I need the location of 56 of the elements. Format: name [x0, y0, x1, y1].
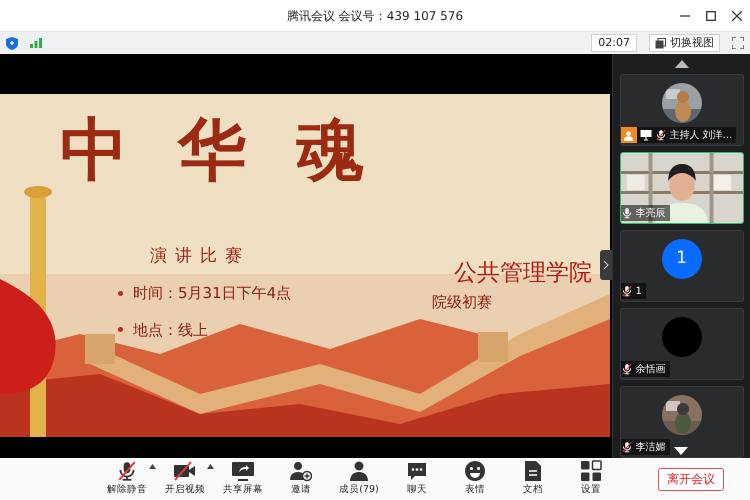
participant-tile[interactable]: 主持人 刘洋... — [620, 74, 744, 146]
caret-up-icon — [207, 464, 214, 470]
toolbar-button[interactable]: 文档 — [504, 460, 562, 498]
meeting-timer: 02:07 — [591, 34, 637, 52]
participant-tile[interactable]: 余恬画 — [620, 308, 744, 380]
leave-meeting-button[interactable]: 离开会议 — [658, 468, 724, 490]
slide-title: 中华魂 — [60, 116, 414, 184]
participant-name: 主持人 刘洋... — [670, 128, 732, 142]
participant-name: 李亮辰 — [636, 206, 666, 220]
muted-mic-icon — [620, 363, 632, 375]
toolbar-button[interactable]: 共享屏幕 — [214, 460, 272, 498]
avatar: 1 — [662, 239, 702, 279]
muted-mic-icon — [620, 285, 632, 297]
caret-up-icon — [149, 464, 156, 470]
close-icon[interactable] — [732, 10, 742, 20]
screen-share-icon — [640, 129, 652, 141]
slide-bullet: 地点：线上 — [133, 320, 208, 340]
shield-icon — [6, 36, 18, 50]
participant-name: 李洁媚 — [636, 440, 666, 454]
muted-mic-icon — [654, 129, 666, 141]
video-off-icon — [173, 460, 197, 482]
participant-tile[interactable]: 李亮辰 — [620, 152, 744, 224]
toolbar-button[interactable]: 成员(79) — [330, 460, 388, 498]
toolbar-button[interactable]: 开启视频 — [156, 460, 214, 498]
slide-subtitle: 演讲比赛 — [150, 245, 250, 268]
slide-organizer: 公共管理学院 — [454, 259, 592, 288]
participant-tile[interactable]: 李洁媚 — [620, 386, 744, 458]
collapse-panel-button[interactable] — [600, 250, 612, 280]
toolbar-button[interactable]: 邀请 — [272, 460, 330, 498]
fullscreen-icon[interactable] — [732, 37, 744, 49]
maximize-icon[interactable] — [706, 10, 716, 20]
avatar — [662, 317, 702, 357]
layout-icon — [655, 38, 666, 48]
person-icon — [348, 460, 370, 482]
grid-icon — [580, 460, 602, 482]
host-icon — [620, 127, 636, 143]
toolbar-button[interactable]: 解除静音 — [98, 460, 156, 498]
participant-name: 1 — [636, 284, 642, 298]
slide-round: 院级初赛 — [432, 292, 492, 313]
toolbar-button[interactable]: 表情 — [446, 460, 504, 498]
switch-view-button[interactable]: 切换视图 — [649, 34, 720, 52]
participant-tile[interactable]: 1 1 — [620, 230, 744, 302]
mic-icon — [620, 207, 632, 219]
chevron-right-icon — [603, 260, 609, 270]
signal-icon — [30, 38, 42, 48]
muted-mic-icon — [116, 460, 138, 482]
slide-bullet: 时间：5月31日下午4点 — [133, 283, 292, 304]
bullet-icon — [118, 327, 123, 332]
scroll-up-icon[interactable] — [674, 60, 688, 68]
scroll-down-icon[interactable] — [674, 447, 688, 455]
bullet-icon — [118, 290, 123, 296]
toolbar-button[interactable]: 聊天 — [388, 460, 446, 498]
muted-mic-icon — [620, 441, 632, 453]
window-title: 腾讯会议 会议号：439 107 576 — [286, 8, 464, 24]
participant-name: 余恬画 — [636, 362, 666, 376]
toolbar-button[interactable]: 设置 — [562, 460, 620, 498]
